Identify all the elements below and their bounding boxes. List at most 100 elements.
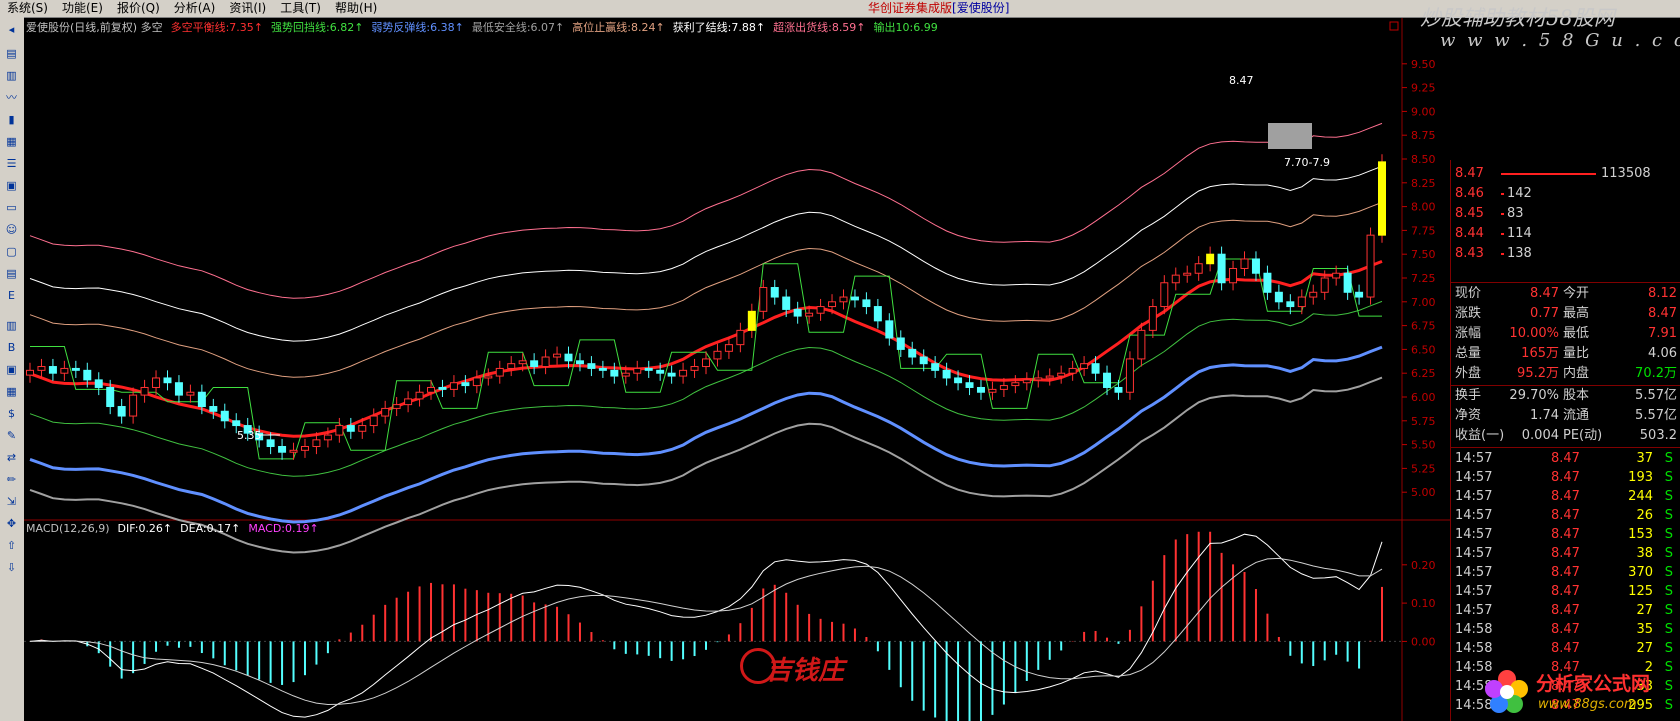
trend-icon[interactable]: 〰 — [3, 89, 20, 106]
price-range-box — [1268, 123, 1312, 149]
stock-tag: [爱使股份] — [952, 1, 1010, 15]
candle-body — [197, 391, 206, 408]
order-book-row: 8.43 138 — [1451, 244, 1680, 264]
legend-item: 超涨出货线:8.59↑ — [773, 20, 865, 34]
menu-quote[interactable]: 报价(Q) — [110, 0, 167, 17]
candle-body — [816, 306, 825, 314]
legend-item: 强势回挡线:6.82↑ — [271, 20, 363, 34]
candle-body — [312, 439, 321, 448]
menu-tools[interactable]: 工具(T) — [273, 0, 328, 17]
candle-body — [438, 386, 447, 390]
macd-tick-label: 0.20 — [1411, 559, 1436, 572]
candle-body — [805, 312, 814, 317]
book-price: 8.47 — [1455, 166, 1484, 181]
menu-function[interactable]: 功能(E) — [55, 0, 110, 17]
candle-body — [587, 363, 596, 369]
watermark-top-url: w w w . 5 8 G u . c o m — [1440, 30, 1680, 51]
stat-value: 0.77 — [1530, 306, 1559, 321]
candle-body — [1183, 272, 1192, 276]
candle-body — [461, 382, 470, 387]
move-icon[interactable]: ✥ — [3, 515, 20, 532]
candle-body — [598, 367, 607, 371]
bst-icon[interactable]: B — [3, 339, 20, 356]
candle-body — [117, 406, 126, 417]
price-tick-label: 8.00 — [1411, 201, 1436, 214]
candle-body — [1125, 358, 1134, 393]
menu-help[interactable]: 帮助(H) — [328, 0, 384, 17]
screen-icon[interactable]: ▥ — [3, 317, 20, 334]
candle-body — [381, 407, 390, 417]
stat-row: 收益(一) 0.004 PE(动) 503.2 — [1451, 426, 1680, 446]
down-arrow-icon[interactable]: ⇩ — [3, 559, 20, 576]
stat-label: 量比 — [1563, 346, 1590, 361]
menu-system[interactable]: 系统(S) — [0, 0, 55, 17]
candle-body — [415, 391, 424, 400]
candle-body — [266, 439, 275, 448]
stat-label: 现价 — [1455, 286, 1482, 301]
candle-body — [1022, 379, 1031, 384]
candle-body — [942, 369, 951, 379]
kline-chart[interactable]: 9.50 9.25 9.00 8.75 8.50 8.25 8.00 7.75 7.50 7.25… — [24, 18, 1450, 721]
tick-time: 14:58 — [1455, 641, 1493, 656]
doc-icon[interactable]: ▣ — [3, 177, 20, 194]
monitor-icon[interactable]: ▣ — [3, 361, 20, 378]
nav-arrow-icon[interactable]: ◂ — [3, 21, 20, 38]
candle-body — [931, 363, 940, 371]
price-tick-label: 6.50 — [1411, 343, 1436, 356]
tool-icon[interactable]: ✎ — [3, 427, 20, 444]
stat-label: 最高 — [1563, 306, 1590, 321]
folder-icon[interactable]: ▭ — [3, 199, 20, 216]
price-tick-label: 7.75 — [1411, 224, 1436, 237]
tick-volume: 26 — [1636, 508, 1653, 523]
price-tick-label: 8.50 — [1411, 153, 1436, 166]
menu-analysis[interactable]: 分析(A) — [167, 0, 223, 17]
up-arrow-icon[interactable]: ⇧ — [3, 537, 20, 554]
candle-body — [495, 367, 504, 377]
candle-body — [633, 367, 642, 374]
candle-body — [736, 329, 745, 346]
grid-icon[interactable]: ▦ — [3, 133, 20, 150]
export-icon[interactable]: ⇲ — [3, 493, 20, 510]
bars-icon[interactable]: ▮ — [3, 111, 20, 128]
stat-label: 总量 — [1455, 346, 1482, 361]
tick-side: S — [1664, 603, 1673, 618]
order-book-row: 8.46 142 — [1451, 184, 1680, 204]
price-tick-label: 9.50 — [1411, 58, 1436, 71]
tick-time: 14:57 — [1455, 546, 1493, 561]
candle-body — [1137, 329, 1146, 360]
candle-body — [644, 367, 653, 371]
watermark-bottom-name: 分析家公式网 — [1536, 673, 1651, 695]
tick-row: 14:57 8.47 193 S — [1451, 468, 1680, 487]
candle-body — [129, 394, 138, 417]
stat-label: 净资 — [1455, 408, 1482, 423]
chart-icon[interactable]: ▤ — [3, 45, 20, 62]
table-icon[interactable]: ▤ — [3, 265, 20, 282]
pencil-icon[interactable]: ✏ — [3, 471, 20, 488]
candle-body — [427, 386, 436, 393]
etf-icon[interactable]: E — [3, 287, 20, 304]
high-price-label: 8.47 — [1229, 74, 1254, 87]
stat-row: 换手 29.70% 股本 5.57亿 — [1451, 386, 1680, 406]
tick-row: 14:57 8.47 38 S — [1451, 544, 1680, 563]
tick-price: 8.47 — [1551, 584, 1580, 599]
tick-row: 14:57 8.47 370 S — [1451, 563, 1680, 582]
window-icon[interactable]: ▢ — [3, 243, 20, 260]
kline-icon[interactable]: ▥ — [3, 67, 20, 84]
tick-price: 8.47 — [1551, 565, 1580, 580]
dollar-icon[interactable]: $ — [3, 405, 20, 422]
candle-body — [1057, 372, 1066, 377]
nav-icon[interactable]: ⇄ — [3, 449, 20, 466]
people-icon[interactable]: ☺ — [3, 221, 20, 238]
stat-value: 165万 — [1521, 346, 1559, 361]
tick-row: 14:58 8.47 35 S — [1451, 620, 1680, 639]
menu-info[interactable]: 资讯(I) — [222, 0, 273, 17]
stat-label: 外盘 — [1455, 366, 1482, 381]
list-icon[interactable]: ☰ — [3, 155, 20, 172]
candle-body — [873, 306, 882, 322]
data-icon[interactable]: ▦ — [3, 383, 20, 400]
low-price-label: 5.35 — [237, 429, 262, 442]
tick-volume: 370 — [1628, 565, 1653, 580]
tick-time: 14:57 — [1455, 584, 1493, 599]
candle-body — [575, 360, 584, 365]
candle-body — [1114, 386, 1123, 393]
